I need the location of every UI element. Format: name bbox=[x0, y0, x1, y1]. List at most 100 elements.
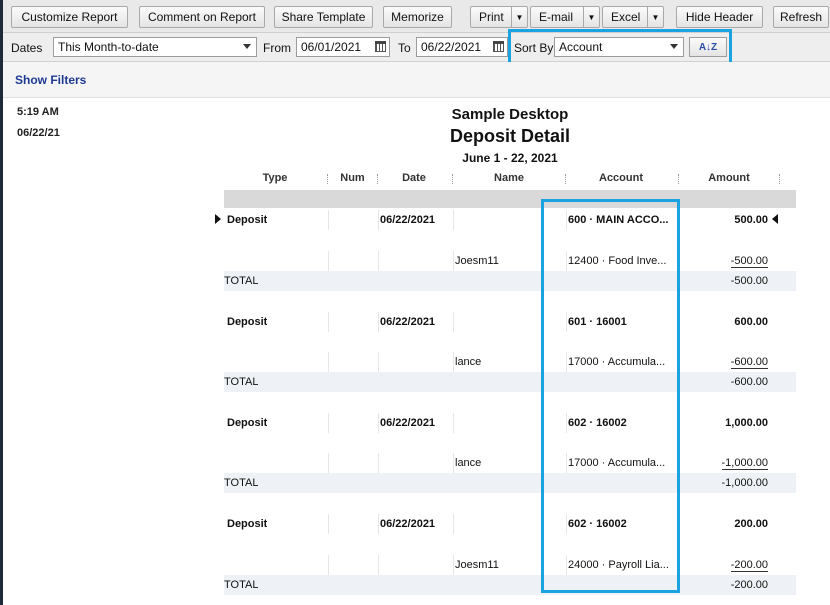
cell-amount: 500.00 bbox=[734, 214, 768, 226]
chevron-down-icon bbox=[243, 44, 251, 49]
sort-by-select[interactable]: Account bbox=[554, 37, 684, 57]
show-filters-link[interactable]: Show Filters bbox=[15, 73, 86, 87]
cell-account: 602 · 16002 bbox=[568, 417, 627, 429]
total-row[interactable]: TOTAL -200.00 bbox=[224, 575, 796, 595]
cell-date: 06/22/2021 bbox=[380, 214, 436, 226]
total-label: TOTAL bbox=[224, 477, 259, 489]
email-button[interactable]: E-mail ▼ bbox=[530, 6, 600, 28]
column-header-type[interactable]: Type bbox=[224, 172, 326, 184]
column-divider bbox=[378, 352, 379, 372]
cell-date: 06/22/2021 bbox=[380, 518, 436, 530]
print-dropdown-icon[interactable]: ▼ bbox=[511, 7, 527, 27]
calendar-icon[interactable] bbox=[493, 41, 504, 52]
table-row[interactable]: lance 17000 · Accumula... -600.00 bbox=[224, 352, 796, 372]
share-template-button[interactable]: Share Template bbox=[274, 6, 373, 28]
comment-on-report-button[interactable]: Comment on Report bbox=[139, 6, 265, 28]
sort-by-label: Sort By bbox=[514, 41, 554, 55]
email-dropdown-icon[interactable]: ▼ bbox=[583, 7, 599, 27]
total-row[interactable]: TOTAL -500.00 bbox=[224, 271, 796, 291]
column-divider bbox=[679, 251, 680, 271]
excel-dropdown-icon[interactable]: ▼ bbox=[647, 7, 663, 27]
cell-type: Deposit bbox=[227, 214, 268, 226]
report-period: June 1 - 22, 2021 bbox=[462, 151, 558, 165]
column-divider bbox=[453, 312, 454, 332]
to-date-value: 06/22/2021 bbox=[421, 40, 482, 54]
report-title: Deposit Detail bbox=[449, 126, 571, 146]
column-resize-handle[interactable] bbox=[452, 174, 454, 184]
column-divider bbox=[453, 251, 454, 271]
column-header-amount[interactable]: Amount bbox=[681, 172, 777, 184]
total-amount: -1,000.00 bbox=[721, 477, 768, 489]
table-row[interactable]: lance 17000 · Accumula... -1,000.00 bbox=[224, 453, 796, 473]
column-divider bbox=[566, 312, 567, 332]
column-resize-handle[interactable] bbox=[327, 174, 329, 184]
cell-name: Joesm11 bbox=[455, 255, 499, 267]
cell-account: 17000 · Accumula... bbox=[568, 356, 666, 368]
cell-account: 24000 · Payroll Lia... bbox=[568, 559, 669, 571]
cell-amount: -200.00 bbox=[730, 559, 768, 572]
print-button[interactable]: Print ▼ bbox=[470, 6, 528, 28]
to-date-input[interactable]: 06/22/2021 bbox=[416, 37, 508, 57]
column-resize-handle[interactable] bbox=[779, 174, 781, 184]
column-divider bbox=[453, 413, 454, 433]
total-label: TOTAL bbox=[224, 275, 259, 287]
dates-label: Dates bbox=[11, 41, 43, 55]
refresh-button[interactable]: Refresh bbox=[773, 6, 829, 28]
excel-label: Excel bbox=[611, 10, 641, 24]
print-label: Print bbox=[479, 10, 504, 24]
column-divider bbox=[679, 352, 680, 372]
memorize-button[interactable]: Memorize bbox=[383, 6, 452, 28]
column-divider bbox=[378, 251, 379, 271]
header-shade-bar bbox=[224, 190, 796, 208]
column-header-num[interactable]: Num bbox=[330, 172, 375, 184]
table-row[interactable]: Deposit 06/22/2021 602 · 16002 1,000.00 bbox=[224, 413, 796, 433]
column-divider bbox=[566, 514, 567, 534]
cell-name: lance bbox=[455, 457, 482, 469]
column-header-date[interactable]: Date bbox=[381, 172, 447, 184]
table-row[interactable]: Deposit 06/22/2021 600 · MAIN ACCO... 50… bbox=[224, 210, 796, 230]
column-resize-handle[interactable] bbox=[678, 174, 680, 184]
total-amount: -200.00 bbox=[730, 579, 768, 591]
hide-header-button[interactable]: Hide Header bbox=[676, 6, 763, 28]
cell-amount: 600.00 bbox=[734, 316, 768, 328]
column-divider bbox=[328, 514, 329, 534]
cell-date: 06/22/2021 bbox=[380, 316, 436, 328]
total-row[interactable]: TOTAL -600.00 bbox=[224, 372, 796, 392]
column-divider bbox=[453, 210, 454, 230]
excel-button[interactable]: Excel ▼ bbox=[602, 6, 664, 28]
table-row[interactable]: Deposit 06/22/2021 601 · 16001 600.00 bbox=[224, 312, 796, 332]
column-header-name[interactable]: Name bbox=[455, 172, 563, 184]
cell-name: Joesm11 bbox=[455, 559, 499, 571]
cell-amount: 200.00 bbox=[734, 518, 768, 530]
sort-direction-icon[interactable]: A↓Z bbox=[689, 37, 727, 57]
column-divider bbox=[453, 352, 454, 372]
column-resize-handle[interactable] bbox=[565, 174, 567, 184]
column-divider bbox=[679, 555, 680, 575]
column-divider bbox=[328, 453, 329, 473]
company-name: Sample Desktop bbox=[451, 106, 569, 123]
column-divider bbox=[378, 453, 379, 473]
column-divider bbox=[566, 210, 567, 230]
total-row[interactable]: TOTAL -1,000.00 bbox=[224, 473, 796, 493]
column-divider bbox=[679, 413, 680, 433]
filter-bar: Dates This Month-to-date From 06/01/2021… bbox=[0, 33, 830, 62]
column-divider bbox=[566, 251, 567, 271]
from-date-input[interactable]: 06/01/2021 bbox=[296, 37, 390, 57]
dates-select[interactable]: This Month-to-date bbox=[53, 37, 257, 57]
customize-report-button[interactable]: Customize Report bbox=[11, 6, 128, 28]
column-divider bbox=[679, 312, 680, 332]
cell-amount: 1,000.00 bbox=[725, 417, 768, 429]
dates-select-value: This Month-to-date bbox=[58, 40, 159, 54]
calendar-icon[interactable] bbox=[375, 41, 386, 52]
window-left-border bbox=[0, 0, 3, 605]
table-row[interactable]: Deposit 06/22/2021 602 · 16002 200.00 bbox=[224, 514, 796, 534]
report-time: 5:19 AM bbox=[17, 106, 59, 118]
cell-type: Deposit bbox=[227, 518, 268, 530]
column-divider bbox=[378, 555, 379, 575]
column-header-account[interactable]: Account bbox=[568, 172, 674, 184]
column-divider bbox=[378, 413, 379, 433]
column-resize-handle[interactable] bbox=[377, 174, 379, 184]
table-row[interactable]: Joesm11 12400 · Food Inve... -500.00 bbox=[224, 251, 796, 271]
row-pointer-left-icon bbox=[215, 214, 221, 224]
table-row[interactable]: Joesm11 24000 · Payroll Lia... -200.00 bbox=[224, 555, 796, 575]
